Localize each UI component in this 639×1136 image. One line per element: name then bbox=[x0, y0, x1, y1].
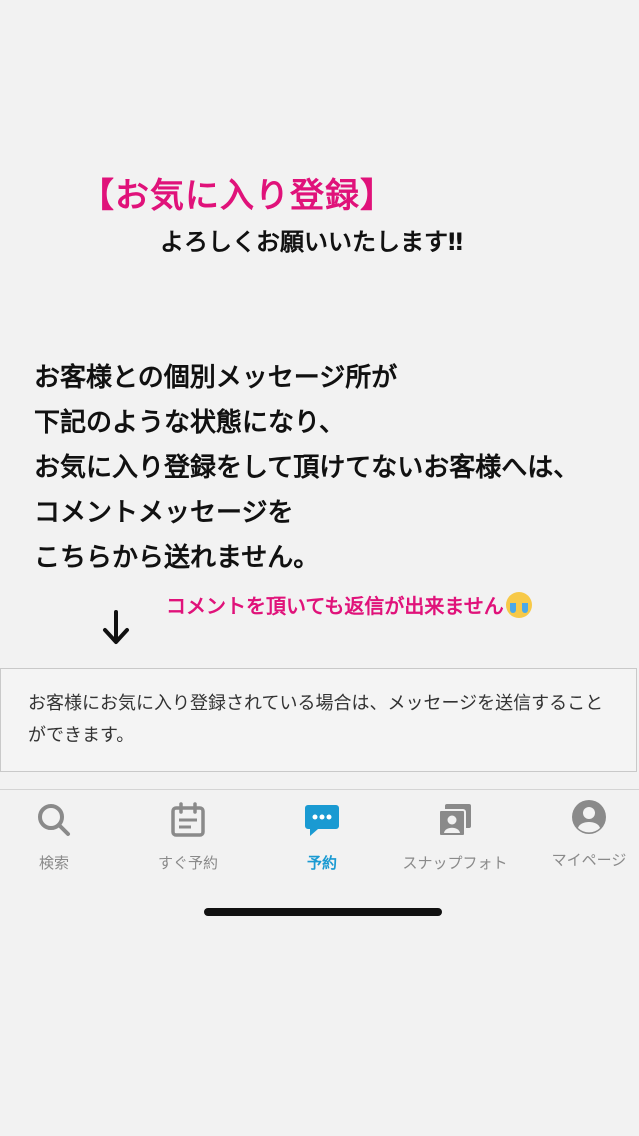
body-line: コメントメッセージを bbox=[34, 498, 294, 528]
tab-my-page[interactable]: マイページ bbox=[541, 797, 637, 870]
reply-note: コメントを頂いても返信が出来ません bbox=[166, 590, 532, 619]
announcement-body: お客様との個別メッセージ所が 下記のような状態になり、 お気に入り登録をして頂け… bbox=[34, 356, 634, 581]
tab-quick-reserve-label: すぐ予約 bbox=[157, 854, 218, 872]
tab-snap-photo[interactable]: スナップフォト bbox=[395, 800, 515, 873]
body-line: お気に入り登録をして頂けてないお客様へは、 bbox=[34, 453, 580, 483]
tab-quick-reserve[interactable]: すぐ予約 bbox=[143, 800, 233, 873]
tab-search[interactable]: 検索 bbox=[14, 800, 94, 873]
tab-my-page-label: マイページ bbox=[551, 851, 627, 869]
user-icon bbox=[569, 797, 609, 837]
chat-bubble-icon bbox=[302, 800, 342, 840]
announcement-title: 【お気に入り登録】 bbox=[80, 176, 395, 216]
reply-note-text: コメントを頂いても返信が出来ません bbox=[166, 594, 504, 618]
body-line: こちらから送れません。 bbox=[34, 543, 320, 573]
body-line: お客様との個別メッセージ所が bbox=[34, 363, 398, 393]
arrow-down-icon bbox=[103, 610, 129, 644]
announcement-subtitle: よろしくお願いいたします‼ bbox=[160, 228, 464, 256]
tab-snap-photo-label: スナップフォト bbox=[402, 854, 508, 872]
crying-face-icon bbox=[505, 592, 532, 618]
tab-reservation-label: 予約 bbox=[306, 854, 337, 872]
tab-bar-divider bbox=[0, 789, 639, 790]
home-indicator[interactable] bbox=[204, 908, 442, 916]
body-line: 下記のような状態になり、 bbox=[34, 408, 345, 438]
calendar-icon bbox=[168, 800, 208, 840]
tab-search-label: 検索 bbox=[38, 854, 69, 872]
photo-icon bbox=[435, 800, 475, 840]
tab-reservation[interactable]: 予約 bbox=[282, 800, 362, 873]
search-icon bbox=[34, 800, 74, 840]
message-notice-text: お客様にお気に入り登録されている場合は、メッセージを送信することができます。 bbox=[28, 693, 604, 746]
